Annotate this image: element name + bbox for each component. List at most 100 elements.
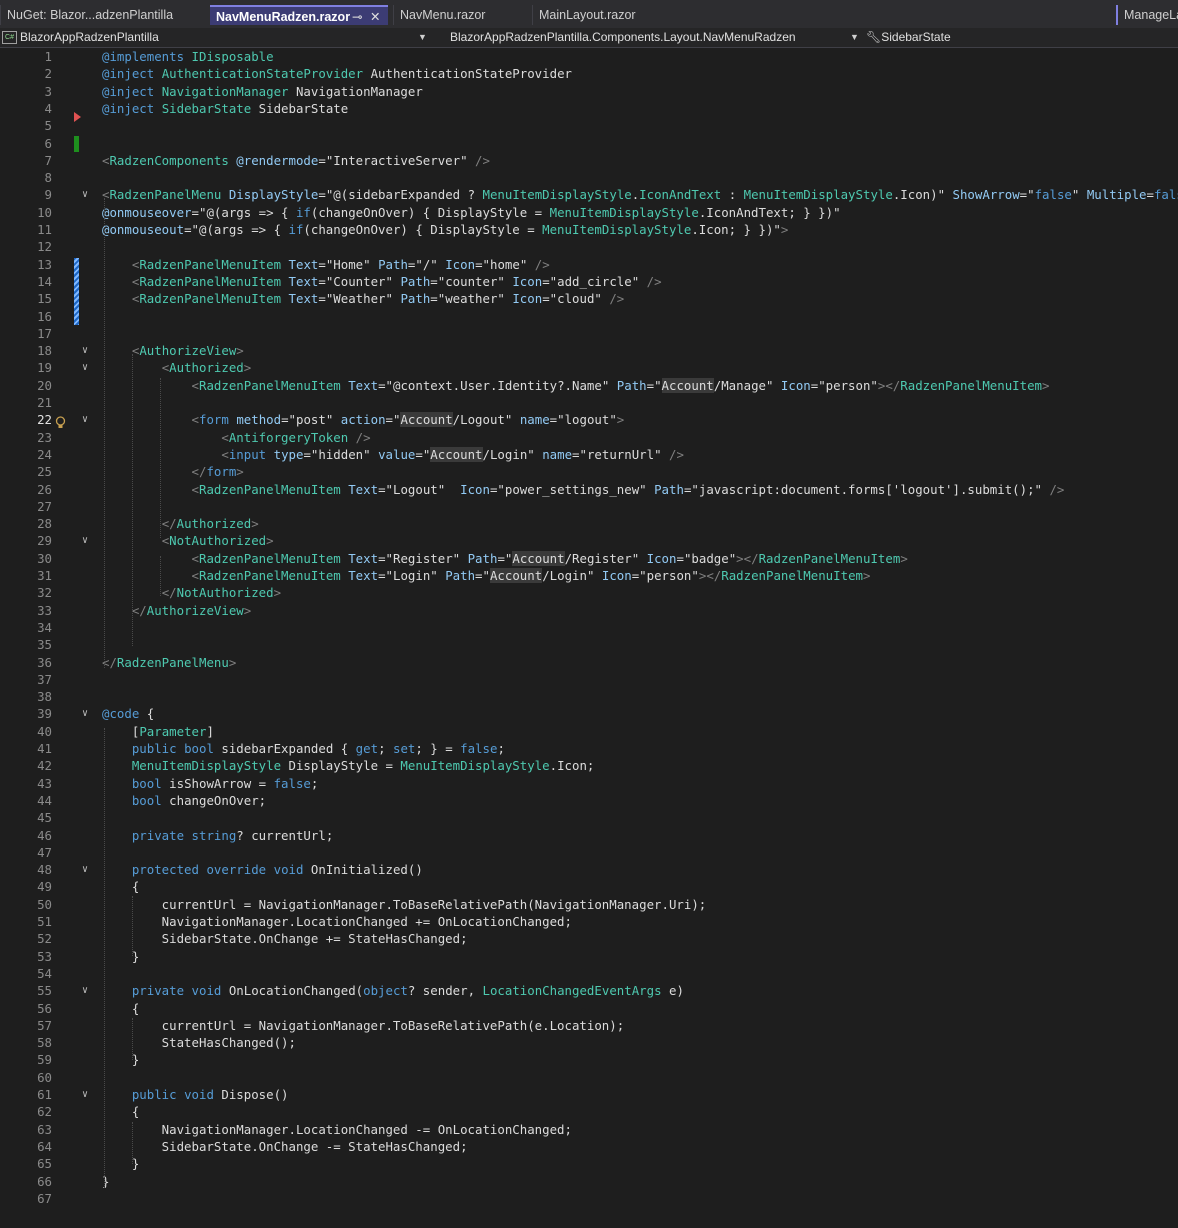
chevron-down-icon[interactable]: ▼: [850, 28, 859, 47]
tab-navmenuradzen[interactable]: NavMenuRadzen.razor ⊸ ✕: [210, 5, 388, 25]
code-line[interactable]: 14 <RadzenPanelMenuItem Text="Counter" P…: [0, 273, 1178, 290]
member-dropdown[interactable]: 🔧︎SidebarState: [866, 28, 1166, 47]
pin-icon[interactable]: ⊸: [352, 7, 362, 25]
code-line[interactable]: 26 <RadzenPanelMenuItem Text="Logout" Ic…: [0, 481, 1178, 498]
code-line[interactable]: 49 {: [0, 878, 1178, 895]
code-line[interactable]: 37: [0, 671, 1178, 688]
code-line[interactable]: 36 </RadzenPanelMenu>: [0, 654, 1178, 671]
code-line[interactable]: 65 }: [0, 1155, 1178, 1172]
code-line[interactable]: 15 <RadzenPanelMenuItem Text="Weather" P…: [0, 290, 1178, 307]
code-line[interactable]: 13 <RadzenPanelMenuItem Text="Home" Path…: [0, 256, 1178, 273]
code-line[interactable]: 24 <input type="hidden" value="Account/L…: [0, 446, 1178, 463]
code-line[interactable]: 1 @implements IDisposable: [0, 48, 1178, 65]
code-line[interactable]: 12: [0, 238, 1178, 255]
line-number: 33: [37, 602, 52, 618]
code-line[interactable]: 45: [0, 809, 1178, 826]
code-line[interactable]: 18 ∨ <AuthorizeView>: [0, 342, 1178, 359]
code-line[interactable]: 8: [0, 169, 1178, 186]
code-line[interactable]: 60: [0, 1069, 1178, 1086]
fold-chevron-icon[interactable]: ∨: [82, 186, 88, 203]
code-line[interactable]: 40 [Parameter]: [0, 723, 1178, 740]
code-line[interactable]: 57 currentUrl = NavigationManager.ToBase…: [0, 1017, 1178, 1034]
code-line[interactable]: 42 MenuItemDisplayStyle DisplayStyle = M…: [0, 757, 1178, 774]
code-line[interactable]: 30 <RadzenPanelMenuItem Text="Register" …: [0, 550, 1178, 567]
code-line[interactable]: 27: [0, 498, 1178, 515]
code-line[interactable]: 31 <RadzenPanelMenuItem Text="Login" Pat…: [0, 567, 1178, 584]
code-line[interactable]: 66}: [0, 1173, 1178, 1190]
code-line[interactable]: 62 {: [0, 1103, 1178, 1120]
code-line[interactable]: 61 ∨ public void Dispose(): [0, 1086, 1178, 1103]
close-icon[interactable]: ✕: [370, 7, 380, 25]
code-line[interactable]: 22 ∨ <form method="post" action="Account/…: [0, 411, 1178, 428]
code-line[interactable]: 10 @onmouseover="@(args => { if(changeOnO…: [0, 204, 1178, 221]
code-line[interactable]: 47: [0, 844, 1178, 861]
code-line[interactable]: 34: [0, 619, 1178, 636]
code-line[interactable]: 48 ∨ protected override void OnInitialize…: [0, 861, 1178, 878]
code-line[interactable]: 54: [0, 965, 1178, 982]
code-line[interactable]: 19 ∨ <Authorized>: [0, 359, 1178, 376]
fold-chevron-icon[interactable]: ∨: [82, 342, 88, 359]
code-line[interactable]: 39 ∨ @code {: [0, 705, 1178, 722]
code-line[interactable]: 38: [0, 688, 1178, 705]
code-line[interactable]: 53 }: [0, 948, 1178, 965]
code-line[interactable]: 6: [0, 135, 1178, 152]
code-text: }: [102, 1156, 140, 1172]
code-line[interactable]: 23 <AntiforgeryToken />: [0, 429, 1178, 446]
code-line[interactable]: 9 ∨ <RadzenPanelMenu DisplayStyle="@(sideb…: [0, 186, 1178, 203]
code-line[interactable]: 44 bool changeOnOver;: [0, 792, 1178, 809]
code-line[interactable]: 20 <RadzenPanelMenuItem Text="@context.U…: [0, 377, 1178, 394]
code-line[interactable]: 25 </form>: [0, 463, 1178, 480]
code-line[interactable]: 29 ∨ <NotAuthorized>: [0, 532, 1178, 549]
tab-label: NavMenuRadzen.razor: [216, 10, 351, 24]
tab-mainlayout[interactable]: MainLayout.razor: [532, 5, 672, 25]
code-line[interactable]: 59 }: [0, 1051, 1178, 1068]
code-line[interactable]: 58 StateHasChanged();: [0, 1034, 1178, 1051]
code-line[interactable]: 50 currentUrl = NavigationManager.ToBase…: [0, 896, 1178, 913]
code-line[interactable]: 55 ∨ private void OnLocationChanged(objec…: [0, 982, 1178, 999]
code-line[interactable]: 41 public bool sidebarExpanded { get; se…: [0, 740, 1178, 757]
code-text: <RadzenComponents @rendermode="Interacti…: [102, 152, 490, 168]
code-line[interactable]: 35: [0, 636, 1178, 653]
breakpoint-arrow-icon[interactable]: [74, 112, 81, 122]
code-line[interactable]: 52 SidebarState.OnChange += StateHasChan…: [0, 930, 1178, 947]
code-line[interactable]: 51 NavigationManager.LocationChanged += …: [0, 913, 1178, 930]
code-line[interactable]: 11 @onmouseout="@(args => { if(changeOnOv…: [0, 221, 1178, 238]
code-line[interactable]: 32 </NotAuthorized>: [0, 584, 1178, 601]
lightbulb-icon[interactable]: [55, 414, 66, 428]
code-line[interactable]: 5: [0, 117, 1178, 134]
code-line[interactable]: 16: [0, 308, 1178, 325]
code-line[interactable]: 33 </AuthorizeView>: [0, 602, 1178, 619]
chevron-down-icon[interactable]: ▼: [418, 28, 427, 47]
code-line[interactable]: 3 @inject NavigationManager NavigationMan…: [0, 83, 1178, 100]
tab-navmenu[interactable]: NavMenu.razor: [393, 5, 523, 25]
code-line[interactable]: 7 <RadzenComponents @rendermode="Interact…: [0, 152, 1178, 169]
type-dropdown[interactable]: BlazorAppRadzenPlantilla.Components.Layo…: [450, 28, 850, 47]
fold-chevron-icon[interactable]: ∨: [82, 705, 88, 722]
tab-managelayout[interactable]: ManageLa: [1116, 5, 1178, 25]
fold-chevron-icon[interactable]: ∨: [82, 359, 88, 376]
fold-chevron-icon[interactable]: ∨: [82, 861, 88, 878]
fold-chevron-icon[interactable]: ∨: [82, 411, 88, 428]
code-line[interactable]: 46 private string? currentUrl;: [0, 827, 1178, 844]
code-text: <AntiforgeryToken />: [221, 429, 371, 445]
code-line[interactable]: 4 @inject SidebarState SidebarState: [0, 100, 1178, 117]
code-line[interactable]: 2 @inject AuthenticationStateProvider Aut…: [0, 65, 1178, 82]
fold-chevron-icon[interactable]: ∨: [82, 532, 88, 549]
code-editor[interactable]: 1 @implements IDisposable 2 @inject Authent…: [0, 48, 1178, 1228]
line-number: 20: [37, 377, 52, 393]
code-line[interactable]: 43 bool isShowArrow = false;: [0, 775, 1178, 792]
code-line[interactable]: 21: [0, 394, 1178, 411]
fold-chevron-icon[interactable]: ∨: [82, 982, 88, 999]
tab-nuget[interactable]: NuGet: Blazor...adzenPlantilla: [0, 5, 205, 25]
line-number: 37: [37, 671, 52, 687]
code-line[interactable]: 56 {: [0, 1000, 1178, 1017]
fold-chevron-icon[interactable]: ∨: [82, 1086, 88, 1103]
code-line[interactable]: 64 SidebarState.OnChange -= StateHasChan…: [0, 1138, 1178, 1155]
project-dropdown[interactable]: C# BlazorAppRadzenPlantilla: [2, 28, 427, 47]
code-line[interactable]: 63 NavigationManager.LocationChanged -= …: [0, 1121, 1178, 1138]
code-line[interactable]: 28 </Authorized>: [0, 515, 1178, 532]
code-line[interactable]: 67: [0, 1190, 1178, 1207]
code-line[interactable]: 17: [0, 325, 1178, 342]
code-text: }: [102, 948, 140, 964]
line-number: 18: [37, 343, 52, 359]
